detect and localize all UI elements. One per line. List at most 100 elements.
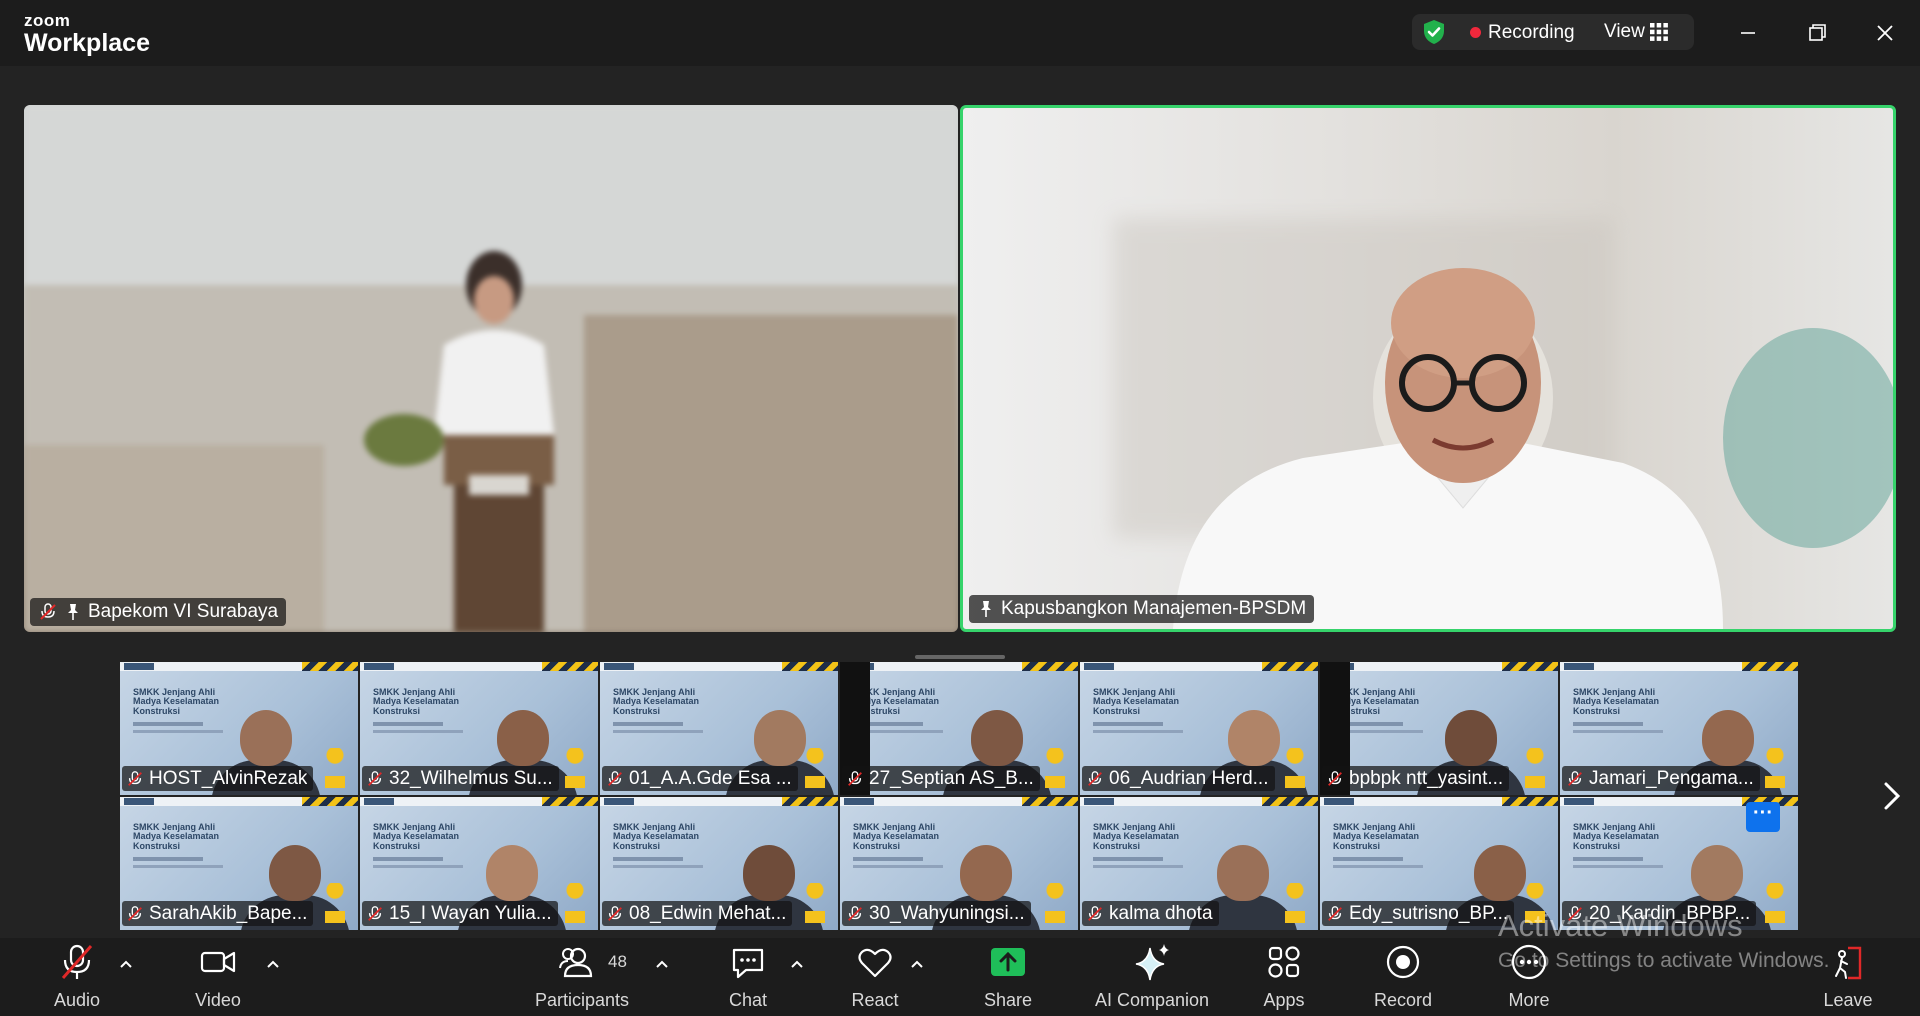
hazard-stripe — [542, 662, 598, 671]
close-button[interactable] — [1868, 16, 1902, 50]
view-button[interactable]: View — [1604, 21, 1645, 43]
slide-subtitle-line — [133, 722, 203, 726]
participants-options-caret[interactable] — [654, 956, 670, 972]
chat-bubble-icon — [732, 948, 764, 979]
slide-subtitle-line — [373, 730, 463, 733]
leave-button[interactable]: Leave — [1820, 938, 1876, 1016]
participant-name-tag: 15_I Wayan Yulia... — [362, 901, 558, 926]
minimize-button[interactable] — [1731, 16, 1765, 50]
slide-subtitle-line — [613, 722, 683, 726]
muted-mic-icon — [1568, 905, 1582, 921]
hazard-stripe — [1262, 662, 1318, 671]
muted-mic-icon — [1328, 905, 1342, 921]
react-options-caret[interactable] — [909, 956, 925, 972]
participant-face — [1445, 710, 1497, 766]
grid-view-icon[interactable] — [1650, 23, 1668, 46]
slide-subtitle-line — [133, 865, 223, 868]
react-button[interactable]: React — [848, 938, 902, 1016]
more-dots-icon — [1511, 944, 1547, 980]
participant-face — [486, 845, 538, 901]
muted-mic-icon — [608, 905, 622, 921]
tile-options-button[interactable]: ··· — [1746, 802, 1780, 832]
slide-subtitle-line — [1333, 857, 1403, 861]
participant-name-tag: bpbpk ntt_yasint... — [1322, 766, 1510, 791]
participants-icon — [559, 947, 593, 978]
slide-subtitle-line — [1573, 730, 1663, 733]
participant-thumbnail[interactable]: SMKK Jenjang Ahli Madya Keselamatan Konstr… — [840, 662, 1078, 795]
participant-name-tag: 32_Wilhelmus Su... — [362, 766, 559, 791]
participant-thumbnail[interactable]: SMKK Jenjang Ahli Madya Keselamatan Konstr… — [600, 662, 838, 795]
organization-logo — [1324, 798, 1354, 805]
title-bar: zoom Workplace Recording View — [0, 0, 1920, 66]
chat-options-caret[interactable] — [789, 956, 805, 972]
pinned-icon — [68, 604, 78, 620]
chevron-right-icon — [1884, 782, 1901, 810]
participant-face — [269, 845, 321, 901]
participant-thumbnail[interactable]: SMKK Jenjang Ahli Madya Keselamatan Konstr… — [360, 662, 598, 795]
chevron-up-icon — [911, 960, 923, 968]
slide-title: SMKK Jenjang Ahli Madya Keselamatan Konstr… — [1093, 822, 1180, 851]
participant-thumbnail[interactable]: SMKK Jenjang Ahli Madya Keselamatan Konstr… — [120, 662, 358, 795]
slide-subtitle-line — [613, 857, 683, 861]
muted-mic-icon — [128, 770, 142, 786]
participant-thumbnail[interactable]: SMKK Jenjang Ahli Madya Keselamatan Konstr… — [840, 797, 1078, 930]
organization-logo — [844, 798, 874, 805]
participant-thumbnail[interactable]: SMKK Jenjang Ahli Madya Keselamatan Konstr… — [1320, 662, 1558, 795]
participants-button[interactable]: Participants — [528, 938, 636, 1016]
recording-status[interactable]: Recording — [1488, 22, 1575, 44]
slide-title: SMKK Jenjang Ahli Madya Keselamatan Konstr… — [133, 822, 220, 851]
muted-mic-icon — [128, 905, 142, 921]
participant-face — [497, 710, 549, 766]
encryption-shield-icon[interactable] — [1420, 18, 1448, 51]
video-button[interactable]: Video — [184, 938, 252, 1016]
slide-subtitle-line — [373, 857, 443, 861]
muted-mic-icon — [368, 905, 382, 921]
participant-name-tag: 01_A.A.Gde Esa ... — [602, 766, 798, 791]
record-icon — [1386, 945, 1420, 979]
leave-door-icon — [1835, 946, 1862, 980]
participant-thumbnail[interactable]: SMKK Jenjang Ahli Madya Keselamatan Konstr… — [120, 797, 358, 930]
construction-worker-icon — [1522, 748, 1548, 788]
restore-icon — [1809, 24, 1826, 41]
chat-button[interactable]: Chat — [726, 938, 770, 1016]
muted-mic-icon — [1088, 770, 1102, 786]
strip-resize-handle[interactable] — [915, 655, 1005, 659]
slide-subtitle-line — [373, 722, 443, 726]
audio-button[interactable]: Audio — [44, 938, 110, 1016]
restore-button[interactable] — [1800, 16, 1834, 50]
muted-mic-icon — [1088, 905, 1102, 921]
participant-thumbnail[interactable]: SMKK Jenjang Ahli Madya Keselamatan Konstr… — [360, 797, 598, 930]
share-button[interactable]: Share — [980, 938, 1036, 1016]
slide-subtitle-line — [1093, 857, 1163, 861]
muted-mic-icon — [61, 944, 93, 979]
next-page-button[interactable] — [1874, 776, 1910, 816]
share-screen-icon — [991, 948, 1025, 976]
slide-title: SMKK Jenjang Ahli Madya Keselamatan Konstr… — [613, 687, 700, 716]
participant-thumbnail[interactable]: SMKK Jenjang Ahli Madya Keselamatan Konstr… — [1080, 797, 1318, 930]
video-tile-active-speaker[interactable]: Kapusbangkon Manajemen-BPSDM — [960, 105, 1896, 632]
record-button[interactable]: Record — [1372, 938, 1434, 1016]
slide-title: SMKK Jenjang Ahli Madya Keselamatan Konstr… — [853, 687, 940, 716]
hazard-stripe — [1502, 797, 1558, 806]
participant-thumbnail[interactable]: SMKK Jenjang Ahli Madya Keselamatan Konstr… — [1560, 797, 1798, 930]
chevron-up-icon — [120, 960, 132, 968]
participant-thumbnail[interactable]: SMKK Jenjang Ahli Madya Keselamatan Konstr… — [1560, 662, 1798, 795]
participant-name-tag: 20_Kardin_BPBP... — [1562, 901, 1757, 926]
apps-button[interactable]: Apps — [1262, 938, 1306, 1016]
participant-thumbnail[interactable]: SMKK Jenjang Ahli Madya Keselamatan Konstr… — [1320, 797, 1558, 930]
video-options-caret[interactable] — [265, 956, 281, 972]
participant-name-tag: Bapekom VI Surabaya — [30, 598, 287, 626]
more-button[interactable]: More — [1504, 938, 1554, 1016]
participant-name-tag: kalma dhota — [1082, 901, 1219, 926]
participant-thumbnail[interactable]: SMKK Jenjang Ahli Madya Keselamatan Konstr… — [600, 797, 838, 930]
hazard-stripe — [1502, 662, 1558, 671]
video-tile-left[interactable]: Bapekom VI Surabaya — [24, 105, 958, 632]
slide-subtitle-line — [1093, 722, 1163, 726]
participant-thumbnail[interactable]: SMKK Jenjang Ahli Madya Keselamatan Konstr… — [1080, 662, 1318, 795]
organization-logo — [604, 663, 634, 670]
ai-companion-button[interactable]: AI Companion — [1092, 938, 1212, 1016]
construction-worker-icon — [562, 883, 588, 923]
audio-options-caret[interactable] — [118, 956, 134, 972]
participant-face — [1228, 710, 1280, 766]
participant-name-tag: 27_Septian AS_B... — [842, 766, 1040, 791]
